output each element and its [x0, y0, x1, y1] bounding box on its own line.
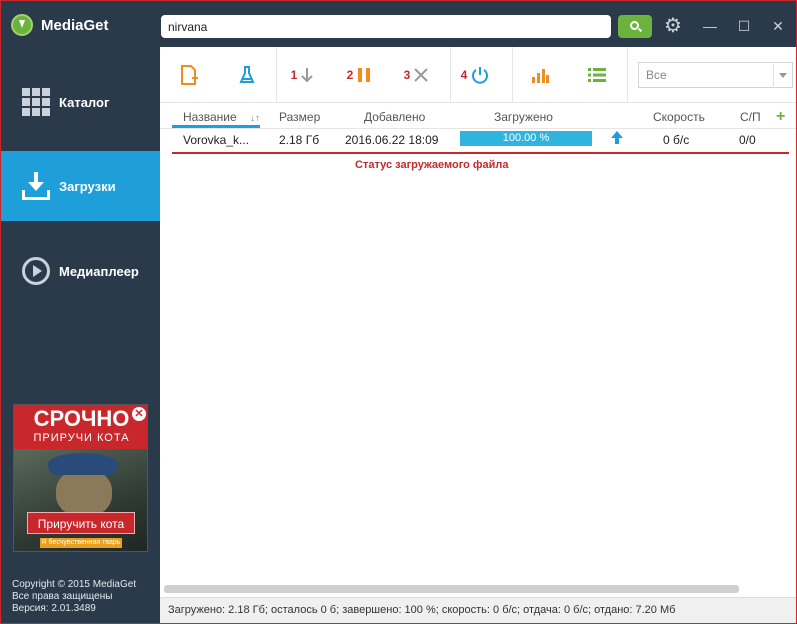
filter-select-value: Все: [646, 68, 667, 82]
ad-note: Я бесчувственная тварь: [40, 538, 122, 548]
search-input[interactable]: [161, 15, 611, 38]
file-name: Vorovka_k...: [183, 133, 250, 147]
top-bar: ⚙ — ☐ ✕: [160, 1, 796, 47]
toolbar: 1 2 3 4 Все: [160, 47, 796, 103]
sidebar-item-label: Загрузки: [59, 178, 116, 194]
added-date: 2016.06.22 18:09: [345, 133, 439, 147]
column-header-name[interactable]: Название ↓↑: [183, 110, 260, 124]
toolbar-separator: [627, 47, 628, 103]
status-bar: Загружено: 2.18 Гб; осталось 0 б; заверш…: [160, 597, 796, 623]
upload-arrow-icon: [611, 131, 623, 146]
brand: MediaGet: [11, 14, 109, 36]
ad-header: СРОЧНО ПРИРУЧИ КОТА ✕: [14, 405, 147, 449]
flask-icon: [239, 66, 255, 83]
ad-banner[interactable]: СРОЧНО ПРИРУЧИ КОТА ✕ Приручить кота Я б…: [13, 404, 148, 552]
speed-graph-button[interactable]: [528, 61, 552, 89]
play-circle-icon: [21, 256, 51, 286]
add-file-icon: [181, 65, 198, 85]
add-column-icon[interactable]: +: [776, 108, 785, 126]
mediaget-logo-icon: [11, 14, 33, 36]
toolbar-separator: [512, 47, 513, 103]
ad-close-icon[interactable]: ✕: [132, 407, 146, 421]
app-name: MediaGet: [41, 16, 109, 34]
sidebar-item-mediaplayer[interactable]: Медиаплеер: [1, 236, 160, 306]
marker-number: 1: [290, 68, 298, 82]
scrollbar-thumb[interactable]: [164, 585, 739, 593]
arrow-down-icon: [301, 68, 314, 83]
catalog-grid-icon: [21, 87, 51, 117]
list-view-button[interactable]: [585, 61, 609, 89]
chevron-down-icon: [773, 64, 791, 86]
version-line: Версия: 2.01.3489: [12, 603, 96, 614]
ad-subtitle: ПРИРУЧИ КОТА: [33, 432, 130, 444]
maximize-button[interactable]: ☐: [730, 15, 758, 37]
sidebar-item-label: Медиаплеер: [59, 263, 139, 279]
annotation-label: Статус загружаемого файла: [355, 159, 509, 171]
minimize-button[interactable]: —: [696, 15, 724, 37]
rights-line: Все права защищены: [12, 591, 113, 602]
hat-illustration-icon: [48, 453, 118, 475]
progress-bar: 100.00 %: [460, 131, 592, 146]
app-window: MediaGet Каталог Загрузки Медиаплеер СРО…: [0, 0, 797, 624]
ad-cat-image: [14, 449, 147, 551]
sidebar: MediaGet Каталог Загрузки Медиаплеер СРО…: [1, 1, 160, 623]
pause-icon: [358, 68, 371, 82]
copyright-block: Copyright © 2015 MediaGet Все права защи…: [12, 579, 136, 615]
check-files-button[interactable]: [236, 61, 258, 89]
toolbar-separator: [276, 47, 277, 103]
search-icon: [630, 21, 639, 30]
power-icon: [472, 67, 489, 84]
shutdown-button[interactable]: 4: [458, 61, 492, 89]
close-button[interactable]: ✕: [764, 15, 792, 37]
sort-arrows-icon[interactable]: ↓↑: [250, 113, 260, 124]
table-row[interactable]: Vorovka_k... 2.18 Гб 2016.06.22 18:09 10…: [160, 129, 796, 151]
column-header-size[interactable]: Размер: [279, 110, 320, 124]
gear-icon[interactable]: ⚙: [662, 15, 684, 37]
marker-number: 4: [460, 68, 468, 82]
filter-select[interactable]: Все: [638, 62, 793, 88]
list-icon: [588, 68, 606, 82]
cat-illustration-icon: [56, 469, 112, 517]
sidebar-item-catalog[interactable]: Каталог: [1, 67, 160, 137]
marker-number: 3: [403, 68, 411, 82]
delete-button[interactable]: 3: [402, 61, 430, 89]
bar-chart-icon: [532, 69, 549, 83]
downloads-table: Название ↓↑ Размер Добавлено Загружено С…: [160, 103, 796, 595]
ad-cta-button[interactable]: Приручить кота: [27, 512, 135, 534]
copyright-line: Copyright © 2015 MediaGet: [12, 579, 137, 590]
column-header-sp[interactable]: С/П: [740, 110, 761, 124]
column-header-added[interactable]: Добавлено: [364, 110, 425, 124]
column-header-speed[interactable]: Скорость: [653, 110, 705, 124]
horizontal-scrollbar[interactable]: [160, 583, 796, 595]
column-header-downloaded[interactable]: Загружено: [494, 110, 553, 124]
search-button[interactable]: [618, 15, 652, 38]
download-icon: [21, 171, 51, 201]
sidebar-item-downloads[interactable]: Загрузки: [1, 151, 160, 221]
annotation-underline: [172, 152, 789, 154]
pause-button[interactable]: 2: [344, 61, 374, 89]
start-button[interactable]: 1: [288, 61, 316, 89]
sidebar-item-label: Каталог: [59, 94, 110, 110]
speed-value: 0 б/с: [663, 133, 690, 147]
marker-number: 2: [346, 68, 354, 82]
progress-label: 100.00 %: [502, 132, 550, 144]
seeds-peers-value: 0/0: [739, 133, 756, 147]
toolbar-separator: [450, 47, 451, 103]
ad-title: СРОЧНО: [33, 406, 130, 431]
file-size: 2.18 Гб: [279, 133, 320, 147]
close-x-icon: [414, 68, 429, 82]
add-torrent-button[interactable]: [178, 61, 200, 89]
column-header-label: Название: [183, 110, 237, 124]
